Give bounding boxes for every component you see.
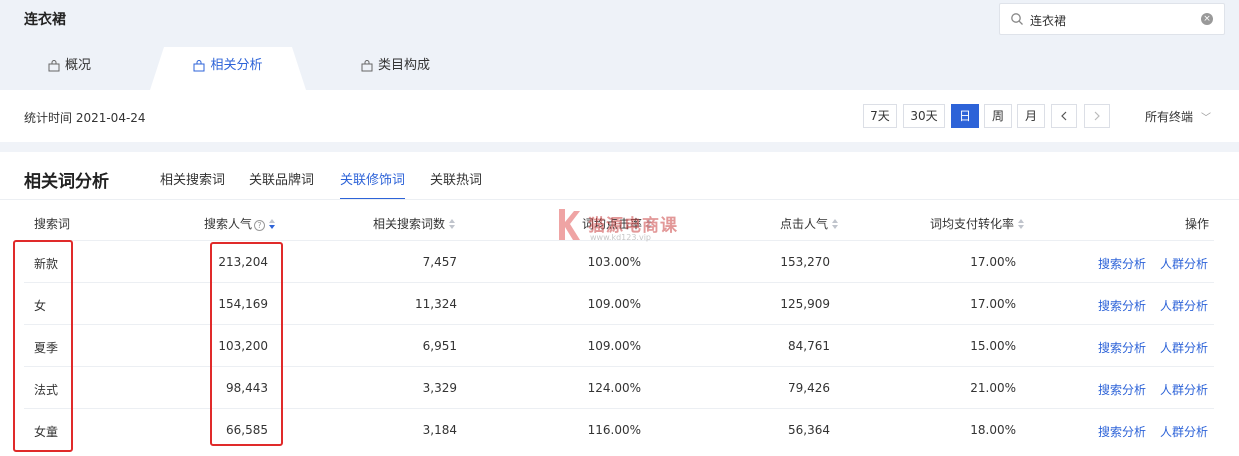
search-analysis-link[interactable]: 搜索分析: [1098, 381, 1146, 398]
clear-icon[interactable]: ×: [1201, 13, 1213, 25]
cell-clicks: 79,426: [788, 381, 830, 395]
bag-icon: [48, 59, 60, 71]
top-header: 连衣裙 × 概况 相关分析 类目构成: [0, 0, 1239, 90]
table-row: 女童 66,585 3,184 116.00% 56,364 18.00% 搜索…: [24, 408, 1214, 450]
cell-cvr: 18.00%: [970, 423, 1016, 437]
cell-cvr: 15.00%: [970, 339, 1016, 353]
watermark: 猫源电商课 www.kd123.vip: [556, 207, 677, 246]
search-analysis-link[interactable]: 搜索分析: [1098, 297, 1146, 314]
col-header-clicks[interactable]: 点击人气: [780, 215, 839, 232]
next-date-button[interactable]: [1084, 104, 1110, 128]
cell-related: 6,951: [422, 339, 457, 353]
tab-overview[interactable]: 概况: [48, 47, 91, 90]
crowd-analysis-link[interactable]: 人群分析: [1160, 297, 1208, 314]
subtab-related-search-words[interactable]: 相关搜索词: [160, 169, 225, 188]
chevron-right-icon: [1094, 111, 1100, 121]
tab-label: 概况: [65, 57, 92, 73]
terminal-select-value: 所有终端: [1145, 110, 1194, 124]
prev-date-button[interactable]: [1051, 104, 1077, 128]
search-analysis-link[interactable]: 搜索分析: [1098, 339, 1146, 356]
tab-related-analysis[interactable]: 相关分析: [150, 47, 306, 90]
period-day-button[interactable]: 日: [951, 104, 979, 128]
table-row: 法式 98,443 3,329 124.00% 79,426 21.00% 搜索…: [24, 366, 1214, 408]
tab-category-composition[interactable]: 类目构成: [361, 47, 430, 90]
stat-date-label: 统计时间 2021-04-24: [24, 111, 146, 125]
crowd-analysis-link[interactable]: 人群分析: [1160, 423, 1208, 440]
divider: [0, 199, 1239, 200]
period-month-button[interactable]: 月: [1017, 104, 1045, 128]
cell-clicks: 84,761: [788, 339, 830, 353]
bag-icon: [361, 59, 373, 71]
table-row: 新款 213,204 7,457 103.00% 153,270 17.00% …: [24, 240, 1214, 282]
cell-related: 11,324: [415, 297, 457, 311]
col-header-cvr[interactable]: 词均支付转化率: [930, 215, 1025, 232]
table-row: 夏季 103,200 6,951 109.00% 84,761 15.00% 搜…: [24, 324, 1214, 366]
panel-title: 相关词分析: [24, 172, 109, 192]
page-title: 连衣裙: [24, 12, 66, 28]
cell-clicks: 125,909: [780, 297, 830, 311]
chevron-down-icon: ﹀: [1201, 113, 1212, 124]
sort-desc-icon[interactable]: [269, 219, 276, 229]
period-30d-button[interactable]: 30天: [903, 104, 945, 128]
col-header-actions: 操作: [1185, 217, 1210, 231]
crowd-analysis-link[interactable]: 人群分析: [1160, 339, 1208, 356]
subtab-brand-words[interactable]: 关联品牌词: [249, 169, 314, 188]
watermark-logo-icon: [559, 209, 580, 240]
crowd-analysis-link[interactable]: 人群分析: [1160, 381, 1208, 398]
cell-ctr: 116.00%: [587, 423, 641, 437]
search-analysis-link[interactable]: 搜索分析: [1098, 255, 1146, 272]
tab-bar: 概况 相关分析 类目构成: [0, 47, 1239, 90]
highlight-box-words: [13, 240, 73, 452]
bag-icon: [193, 59, 205, 71]
search-input[interactable]: [1030, 10, 1190, 30]
watermark-url: www.kd123.vip: [590, 233, 651, 242]
cell-ctr: 109.00%: [587, 339, 641, 353]
tab-label: 类目构成: [378, 57, 431, 73]
cell-clicks: 56,364: [788, 423, 830, 437]
cell-ctr: 109.00%: [587, 297, 641, 311]
cell-cvr: 17.00%: [970, 255, 1016, 269]
col-header-popularity[interactable]: 搜索人气?: [204, 215, 276, 232]
col-header-search-word: 搜索词: [34, 217, 71, 231]
related-words-panel: 相关词分析 相关搜索词 关联品牌词 关联修饰词 关联热词 搜索词 搜索人气? 相…: [0, 152, 1239, 456]
col-header-label: 相关搜索词数: [373, 217, 446, 231]
cell-cvr: 17.00%: [970, 297, 1016, 311]
tab-label: 相关分析: [210, 57, 263, 73]
search-icon: [1011, 13, 1023, 25]
cell-ctr: 124.00%: [587, 381, 641, 395]
sort-icon[interactable]: [449, 219, 456, 229]
cell-cvr: 21.00%: [970, 381, 1016, 395]
col-header-related-count[interactable]: 相关搜索词数: [373, 215, 456, 232]
search-analysis-link[interactable]: 搜索分析: [1098, 423, 1146, 440]
cell-related: 3,329: [422, 381, 457, 395]
highlight-box-popularity: [210, 242, 283, 446]
date-bar: 统计时间 2021-04-24 7天 30天 日 周 月 所有终端 ﹀: [0, 90, 1239, 142]
table-row: 女 154,169 11,324 109.00% 125,909 17.00% …: [24, 282, 1214, 324]
cell-related: 7,457: [422, 255, 457, 269]
cell-related: 3,184: [422, 423, 457, 437]
chevron-left-icon: [1061, 111, 1067, 121]
terminal-select[interactable]: 所有终端 ﹀: [1145, 108, 1211, 125]
crowd-analysis-link[interactable]: 人群分析: [1160, 255, 1208, 272]
subtab-hot-words[interactable]: 关联热词: [430, 169, 482, 188]
search-box[interactable]: ×: [999, 3, 1225, 35]
sort-icon[interactable]: [1018, 219, 1025, 229]
help-icon[interactable]: ?: [254, 220, 266, 231]
sort-icon[interactable]: [832, 219, 839, 229]
cell-clicks: 153,270: [780, 255, 830, 269]
cell-ctr: 103.00%: [587, 255, 641, 269]
subtab-modifier-words[interactable]: 关联修饰词: [340, 169, 406, 200]
period-week-button[interactable]: 周: [984, 104, 1012, 128]
period-7d-button[interactable]: 7天: [863, 104, 897, 128]
col-header-label: 点击人气: [780, 217, 829, 231]
col-header-label: 词均支付转化率: [930, 217, 1015, 231]
col-header-label: 搜索人气: [204, 217, 253, 231]
